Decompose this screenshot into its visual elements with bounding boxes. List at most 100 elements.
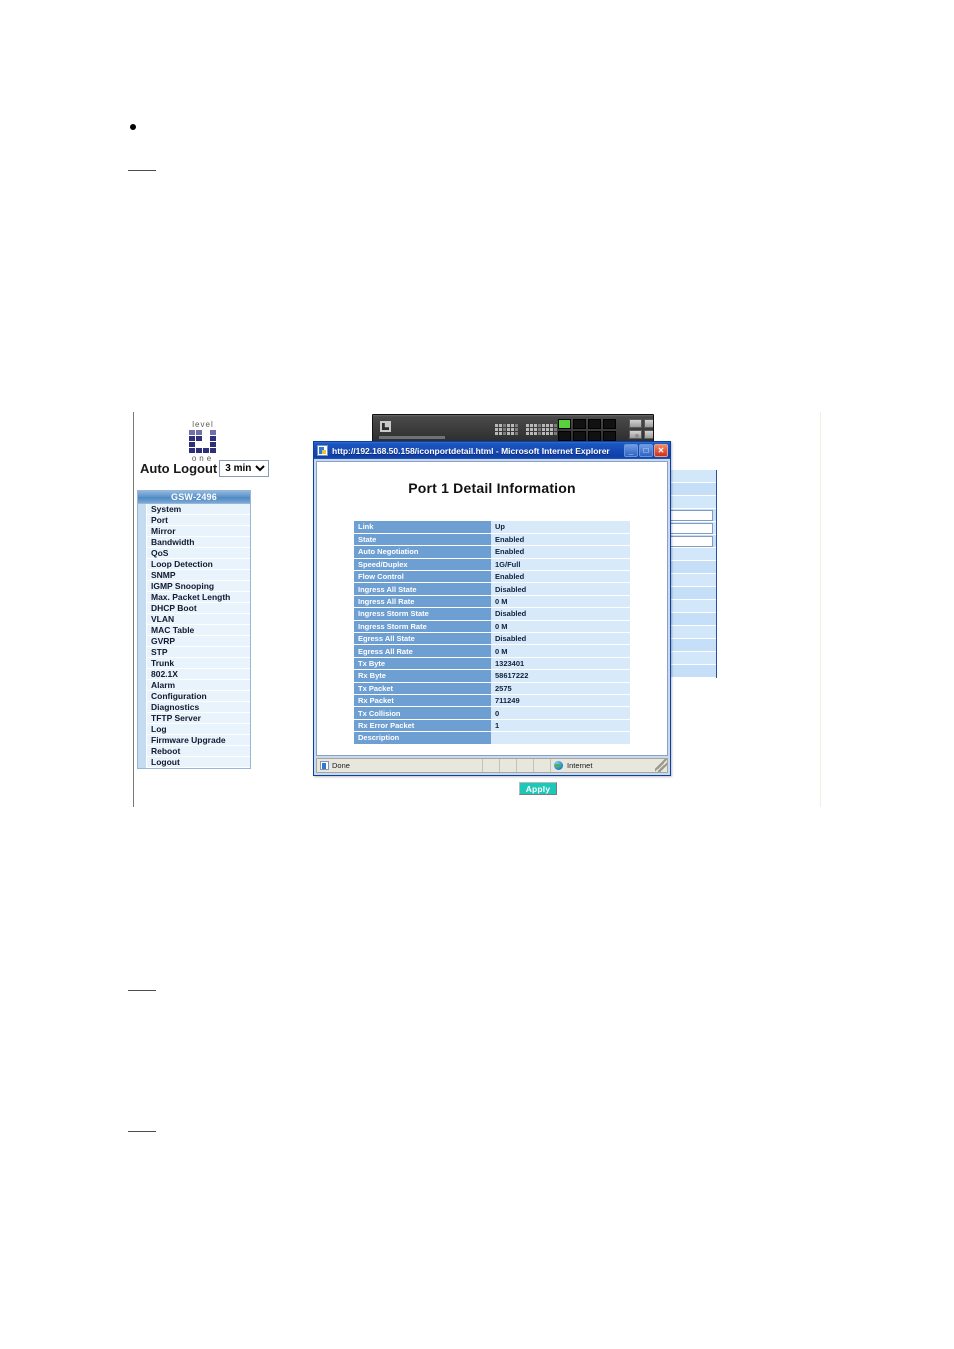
security-zone-pane: Internet	[551, 759, 655, 772]
port-2-icon[interactable]	[558, 431, 571, 441]
sidebar-item-logout[interactable]: Logout	[138, 757, 250, 768]
table-row: Egress All Rate 0 M	[354, 644, 630, 658]
port-5-icon[interactable]	[588, 419, 601, 429]
port-6-icon[interactable]	[588, 431, 601, 441]
logo-top-text: level	[192, 420, 214, 429]
detail-key: Tx Byte	[354, 657, 491, 671]
sidebar-item-log[interactable]: Log	[138, 724, 250, 735]
table-row: Link Up	[354, 521, 630, 534]
levelone-logo: level one	[183, 421, 223, 463]
detail-key: Ingress Storm State	[354, 607, 491, 621]
table-row: Speed/Duplex 1G/Full	[354, 558, 630, 572]
detail-key: Tx Collision	[354, 706, 491, 720]
sidebar-item-loop-detection[interactable]: Loop Detection	[138, 559, 250, 570]
detail-value: 0 M	[491, 644, 630, 658]
sidebar-item-alarm[interactable]: Alarm	[138, 680, 250, 691]
detail-value: Disabled	[491, 582, 630, 596]
sidebar-item-mac-table[interactable]: MAC Table	[138, 625, 250, 636]
sidebar-item-snmp[interactable]: SNMP	[138, 570, 250, 581]
sidebar-item-firmware-upgrade[interactable]: Firmware Upgrade	[138, 735, 250, 746]
detail-key: State	[354, 533, 491, 547]
sidebar-item-mirror[interactable]: Mirror	[138, 526, 250, 537]
apply-button[interactable]: Apply	[519, 782, 557, 795]
sidebar-item-bandwidth[interactable]: Bandwidth	[138, 537, 250, 548]
table-row: Auto Negotiation Enabled	[354, 545, 630, 559]
footnote-rule-bottom	[128, 1131, 156, 1132]
table-row: Egress All State Disabled	[354, 632, 630, 646]
sidebar-item-diagnostics[interactable]: Diagnostics	[138, 702, 250, 713]
close-window-button[interactable]: ✕	[654, 444, 668, 457]
sidebar-item-stp[interactable]: STP	[138, 647, 250, 658]
sidebar-item-igmp-snooping[interactable]: IGMP Snooping	[138, 581, 250, 592]
table-row: Tx Collision 0	[354, 706, 630, 720]
resize-grip[interactable]	[655, 759, 667, 772]
sidebar-model-header: GSW-2496	[138, 491, 250, 504]
globe-icon	[554, 761, 563, 770]
device-silkscreen-text	[379, 436, 445, 439]
table-row: Ingress All Rate 0 M	[354, 595, 630, 609]
sidebar-item-max-packet-length[interactable]: Max. Packet Length	[138, 592, 250, 603]
sidebar-item-tftp-server[interactable]: TFTP Server	[138, 713, 250, 724]
sidebar-item-reboot[interactable]: Reboot	[138, 746, 250, 757]
sidebar-item-trunk[interactable]: Trunk	[138, 658, 250, 669]
table-row: Ingress Storm State Disabled	[354, 607, 630, 621]
sidebar-item-system[interactable]: System	[138, 504, 250, 515]
detail-value: Disabled	[491, 632, 630, 646]
sidebar-item-vlan[interactable]: VLAN	[138, 614, 250, 625]
footnote-rule-top	[128, 170, 156, 171]
detail-key: Description	[354, 731, 491, 745]
sfp-port-icon[interactable]	[644, 419, 653, 428]
table-row: Ingress All State Disabled	[354, 582, 630, 596]
document-bullet	[130, 124, 136, 130]
sidebar-item-802-1x[interactable]: 802.1X	[138, 669, 250, 680]
port-4-icon[interactable]	[573, 431, 586, 441]
logo-mark-icon	[189, 430, 217, 454]
detail-key: Rx Error Packet	[354, 719, 491, 733]
detail-key: Speed/Duplex	[354, 558, 491, 572]
page-favicon-icon	[317, 445, 328, 456]
led-bank-left	[495, 424, 518, 435]
maximize-button[interactable]: □	[639, 444, 653, 457]
port-detail-popup-window: http://192.168.50.158/iconportdetail.htm…	[313, 441, 671, 776]
browser-status-bar: Done Internet	[316, 758, 668, 773]
footnote-rule-middle	[128, 990, 156, 991]
sidebar-item-configuration[interactable]: Configuration	[138, 691, 250, 702]
detail-key: Ingress Storm Rate	[354, 620, 491, 634]
auto-logout-select[interactable]: 3 min	[219, 460, 270, 477]
rj45-port-group[interactable]	[558, 419, 616, 441]
port-3-icon[interactable]	[573, 419, 586, 429]
sfp-port-group-a[interactable]	[629, 419, 653, 439]
table-row: Ingress Storm Rate 0 M	[354, 620, 630, 634]
sfp-port-icon[interactable]	[644, 430, 653, 439]
detail-value: Up	[491, 521, 630, 534]
detail-value: 1G/Full	[491, 558, 630, 572]
sidebar-item-gvrp[interactable]: GVRP	[138, 636, 250, 647]
detail-value: Enabled	[491, 533, 630, 547]
table-row: Tx Byte 1323401	[354, 657, 630, 671]
minimize-button[interactable]: _	[624, 444, 638, 457]
content-frame-right-border	[820, 412, 821, 807]
detail-key: Egress All Rate	[354, 644, 491, 658]
detail-value	[491, 731, 630, 745]
auto-logout-control[interactable]: Auto Logout 3 min	[140, 460, 270, 477]
device-screw-icon	[635, 434, 639, 438]
detail-key: Flow Control	[354, 570, 491, 584]
port-7-icon[interactable]	[603, 419, 616, 429]
detail-key: Link	[354, 521, 491, 534]
port-1-icon[interactable]	[558, 419, 571, 429]
detail-value: 711249	[491, 694, 630, 708]
sidebar-item-qos[interactable]: QoS	[138, 548, 250, 559]
minimize-icon: _	[628, 447, 634, 457]
table-row: Rx Error Packet 1	[354, 719, 630, 733]
sidebar-item-port[interactable]: Port	[138, 515, 250, 526]
port-detail-table: Link Up State Enabled Auto Negotiation Enable…	[354, 521, 630, 745]
device-brand-icon	[380, 421, 391, 432]
sidebar-nav: GSW-2496 System Port Mirror Bandwidth QoS Loo…	[137, 490, 251, 769]
table-row: Description	[354, 731, 630, 745]
sfp-port-icon[interactable]	[629, 419, 642, 428]
window-title-bar[interactable]: http://192.168.50.158/iconportdetail.htm…	[314, 442, 670, 459]
auto-logout-label: Auto Logout	[140, 461, 218, 476]
sidebar-item-dhcp-boot[interactable]: DHCP Boot	[138, 603, 250, 614]
port-8-icon[interactable]	[603, 431, 616, 441]
detail-key: Auto Negotiation	[354, 545, 491, 559]
